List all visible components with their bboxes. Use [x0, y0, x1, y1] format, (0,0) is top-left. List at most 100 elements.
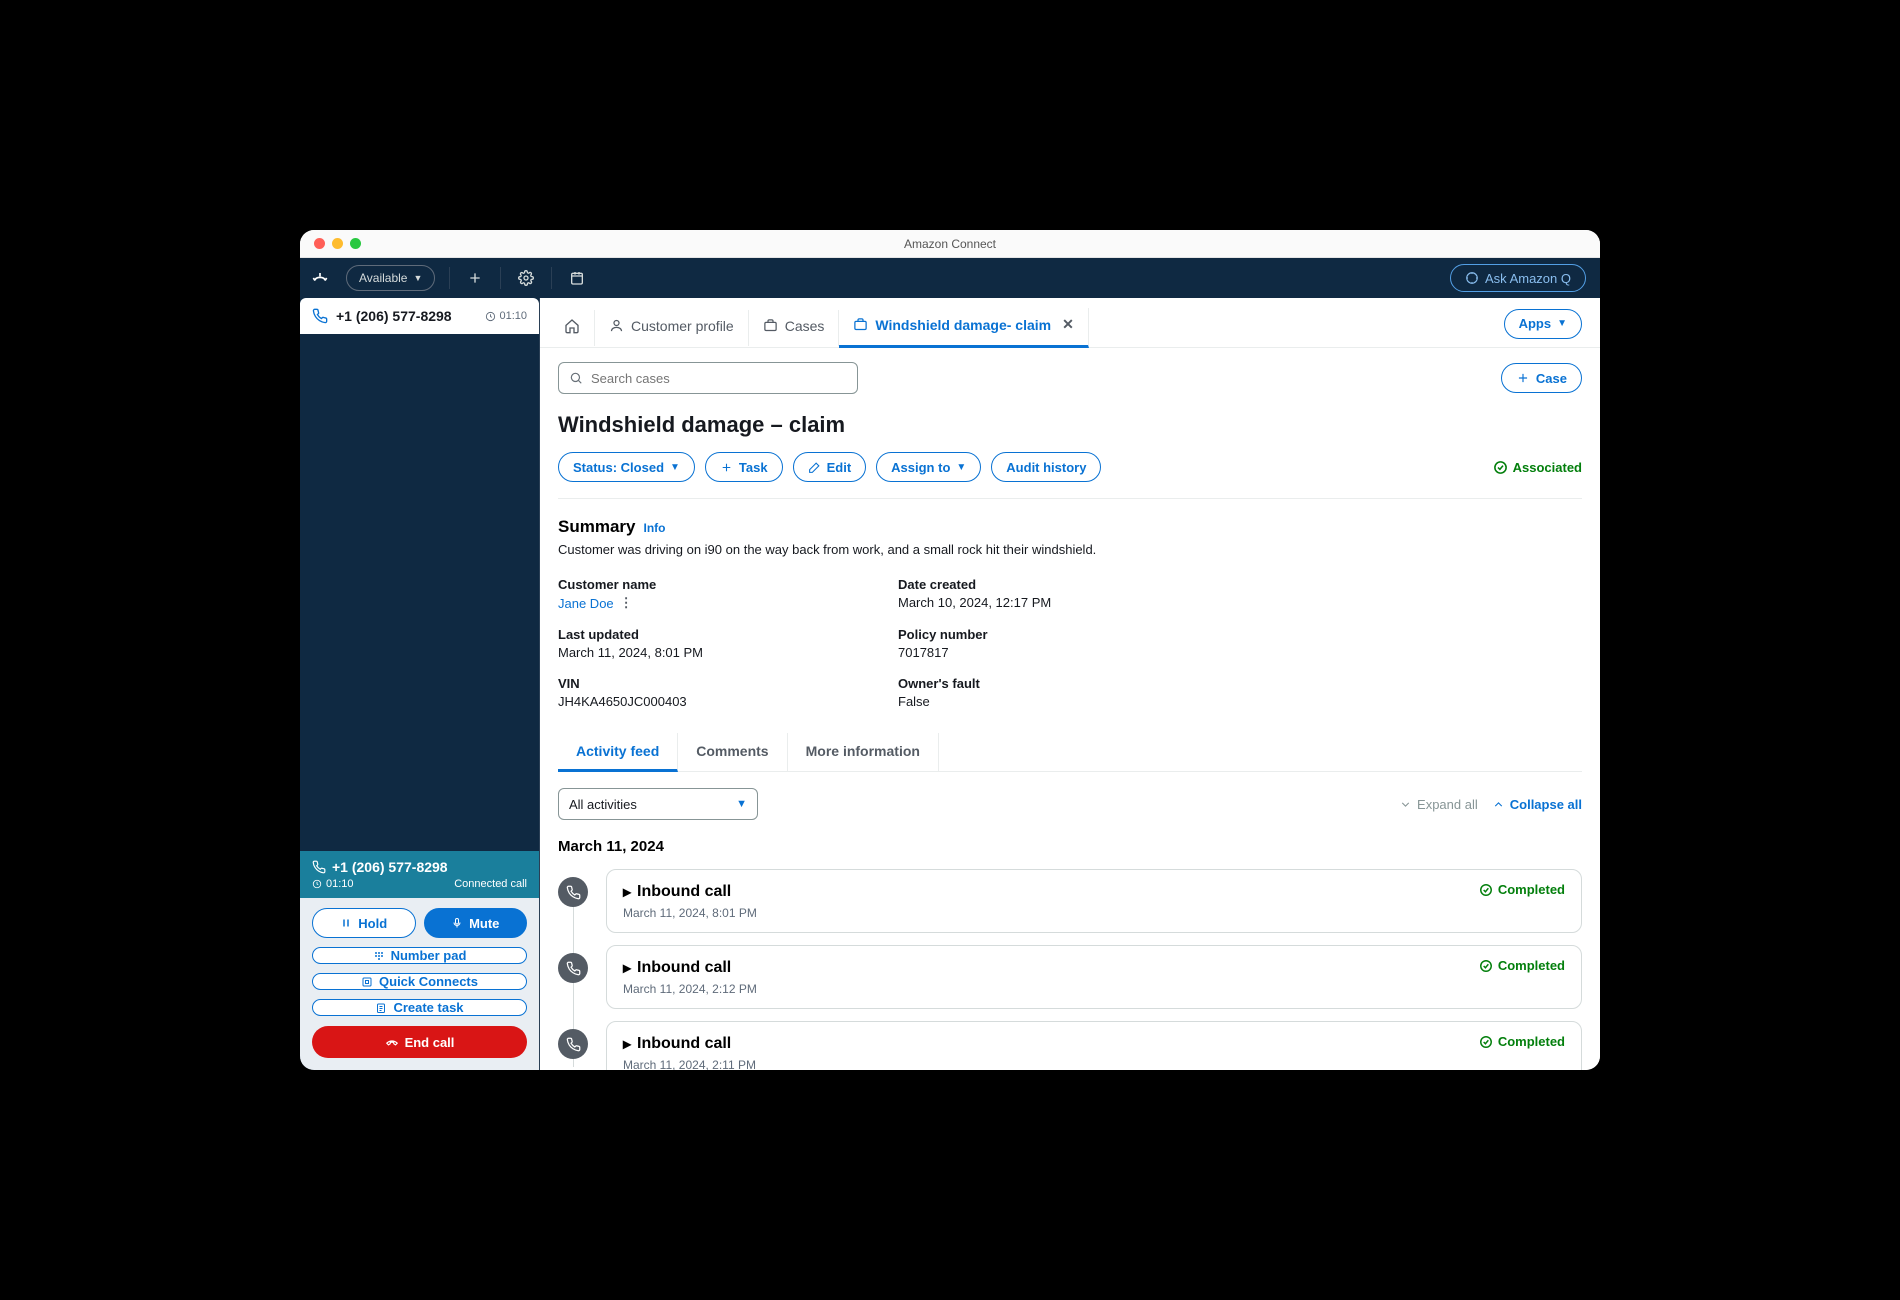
- phone-icon: [312, 308, 328, 324]
- audit-history-button[interactable]: Audit history: [991, 452, 1101, 482]
- field-date-created: Date created March 10, 2024, 12:17 PM: [898, 577, 1198, 611]
- activity-item: ▸ Inbound call March 11, 2024, 2:11 PM C…: [606, 1021, 1582, 1070]
- close-tab-icon[interactable]: ✕: [1062, 316, 1074, 333]
- mute-button[interactable]: Mute: [424, 908, 528, 938]
- tabbar: Customer profile Cases Windshield damage…: [540, 298, 1600, 348]
- settings-gear-icon[interactable]: [515, 267, 537, 289]
- sparkle-icon: [1465, 271, 1479, 285]
- summary-info-link[interactable]: Info: [643, 521, 665, 535]
- subtab-more-info[interactable]: More information: [788, 733, 939, 771]
- plus-icon: [720, 461, 733, 474]
- field-policy-number: Policy number 7017817: [898, 627, 1198, 660]
- pencil-icon: [808, 461, 821, 474]
- incoming-call-card[interactable]: +1 (206) 577-8298 01:10: [300, 298, 539, 334]
- hold-button[interactable]: Hold: [312, 908, 416, 938]
- caret-down-icon: ▼: [670, 462, 680, 473]
- ccp-state: Connected call: [454, 878, 527, 890]
- new-case-button[interactable]: Case: [1501, 363, 1582, 393]
- tab-active-case[interactable]: Windshield damage- claim ✕: [839, 308, 1088, 348]
- plus-icon: [1516, 371, 1530, 385]
- tab-customer-profile[interactable]: Customer profile: [595, 310, 749, 346]
- agent-status-label: Available: [359, 271, 407, 285]
- field-last-updated: Last updated March 11, 2024, 8:01 PM: [558, 627, 858, 660]
- subtabs: Activity feed Comments More information: [558, 733, 1582, 772]
- calendar-icon[interactable]: [566, 267, 588, 289]
- tab-home[interactable]: [558, 310, 595, 346]
- caret-right-icon: ▸: [623, 882, 631, 902]
- collapse-all-link[interactable]: Collapse all: [1492, 797, 1582, 812]
- customer-name-link[interactable]: Jane Doe ⋮: [558, 595, 858, 611]
- activity-item: ▸ Inbound call March 11, 2024, 8:01 PM C…: [606, 869, 1582, 933]
- hangup-icon: [385, 1035, 399, 1049]
- mic-icon: [451, 917, 463, 929]
- clock-icon: [312, 879, 322, 889]
- agent-status-selector[interactable]: Available ▼: [346, 265, 435, 291]
- add-task-button[interactable]: Task: [705, 452, 783, 482]
- activity-toggle[interactable]: ▸ Inbound call: [623, 882, 1479, 902]
- ccp-timer: 01:10: [326, 878, 354, 890]
- ccp-header: +1 (206) 577-8298 01:10 Connected call: [300, 851, 539, 898]
- call-number: +1 (206) 577-8298: [336, 308, 477, 324]
- action-row: Status: Closed ▼ Task Edit Assign to ▼: [558, 452, 1582, 499]
- caret-down-icon: ▼: [956, 462, 966, 473]
- app-logo-icon: [300, 268, 340, 288]
- ccp-panel: +1 (206) 577-8298 01:10 Connected call: [300, 851, 539, 1070]
- activity-timestamp: March 11, 2024, 2:12 PM: [623, 982, 1479, 996]
- home-icon: [564, 318, 580, 334]
- activity-status: Completed: [1479, 1034, 1565, 1049]
- activity-status: Completed: [1479, 882, 1565, 897]
- quick-connects-button[interactable]: Quick Connects: [312, 973, 527, 990]
- link-icon: [361, 976, 373, 988]
- phone-icon: [558, 1029, 588, 1059]
- phone-icon: [558, 877, 588, 907]
- caret-right-icon: ▸: [623, 958, 631, 978]
- create-task-button[interactable]: Create task: [312, 999, 527, 1016]
- field-owners-fault: Owner's fault False: [898, 676, 1198, 709]
- task-icon: [375, 1002, 387, 1014]
- activity-timestamp: March 11, 2024, 8:01 PM: [623, 906, 1479, 920]
- check-circle-icon: [1479, 1035, 1493, 1049]
- summary-heading: Summary: [558, 517, 635, 537]
- kebab-icon[interactable]: ⋮: [620, 595, 633, 611]
- associated-badge: Associated: [1493, 460, 1582, 475]
- status-button[interactable]: Status: Closed ▼: [558, 452, 695, 482]
- subtab-activity-feed[interactable]: Activity feed: [558, 733, 678, 772]
- ask-q-label: Ask Amazon Q: [1485, 271, 1571, 286]
- apps-button[interactable]: Apps ▼: [1504, 309, 1582, 339]
- ccp-number: +1 (206) 577-8298: [332, 859, 448, 875]
- activity-timestamp: March 11, 2024, 2:11 PM: [623, 1058, 1479, 1070]
- briefcase-icon: [763, 318, 778, 333]
- phone-icon: [558, 953, 588, 983]
- check-circle-icon: [1479, 883, 1493, 897]
- phone-icon: [312, 860, 326, 874]
- tab-cases[interactable]: Cases: [749, 310, 840, 346]
- field-vin: VIN JH4KA4650JC000403: [558, 676, 858, 709]
- caret-down-icon: ▼: [413, 273, 422, 283]
- dialpad-icon: [373, 950, 385, 962]
- edit-button[interactable]: Edit: [793, 452, 867, 482]
- caret-right-icon: ▸: [623, 1034, 631, 1054]
- page-title: Windshield damage – claim: [558, 412, 1582, 438]
- clock-icon: [485, 311, 496, 322]
- activity-filter-select[interactable]: All activities ▼: [558, 788, 758, 820]
- main-content: Customer profile Cases Windshield damage…: [540, 298, 1600, 1070]
- activity-item: ▸ Inbound call March 11, 2024, 2:12 PM C…: [606, 945, 1582, 1009]
- feed-date-heading: March 11, 2024: [558, 838, 1582, 855]
- chevron-up-icon: [1492, 798, 1505, 811]
- pause-icon: [340, 917, 352, 929]
- end-call-button[interactable]: End call: [312, 1026, 527, 1058]
- subtab-comments[interactable]: Comments: [678, 733, 787, 771]
- check-circle-icon: [1493, 460, 1508, 475]
- sidebar: +1 (206) 577-8298 01:10 +1 (206) 577-829…: [300, 298, 540, 1070]
- assign-button[interactable]: Assign to ▼: [876, 452, 981, 482]
- search-cases-input[interactable]: [558, 362, 858, 394]
- activity-timeline: ▸ Inbound call March 11, 2024, 8:01 PM C…: [558, 869, 1582, 1070]
- caret-down-icon: ▼: [1557, 318, 1567, 329]
- add-icon[interactable]: [464, 267, 486, 289]
- activity-toggle[interactable]: ▸ Inbound call: [623, 1034, 1479, 1054]
- number-pad-button[interactable]: Number pad: [312, 947, 527, 964]
- ask-amazon-q-button[interactable]: Ask Amazon Q: [1450, 264, 1586, 292]
- chevron-down-icon: [1399, 798, 1412, 811]
- activity-toggle[interactable]: ▸ Inbound call: [623, 958, 1479, 978]
- expand-all-link[interactable]: Expand all: [1399, 797, 1478, 812]
